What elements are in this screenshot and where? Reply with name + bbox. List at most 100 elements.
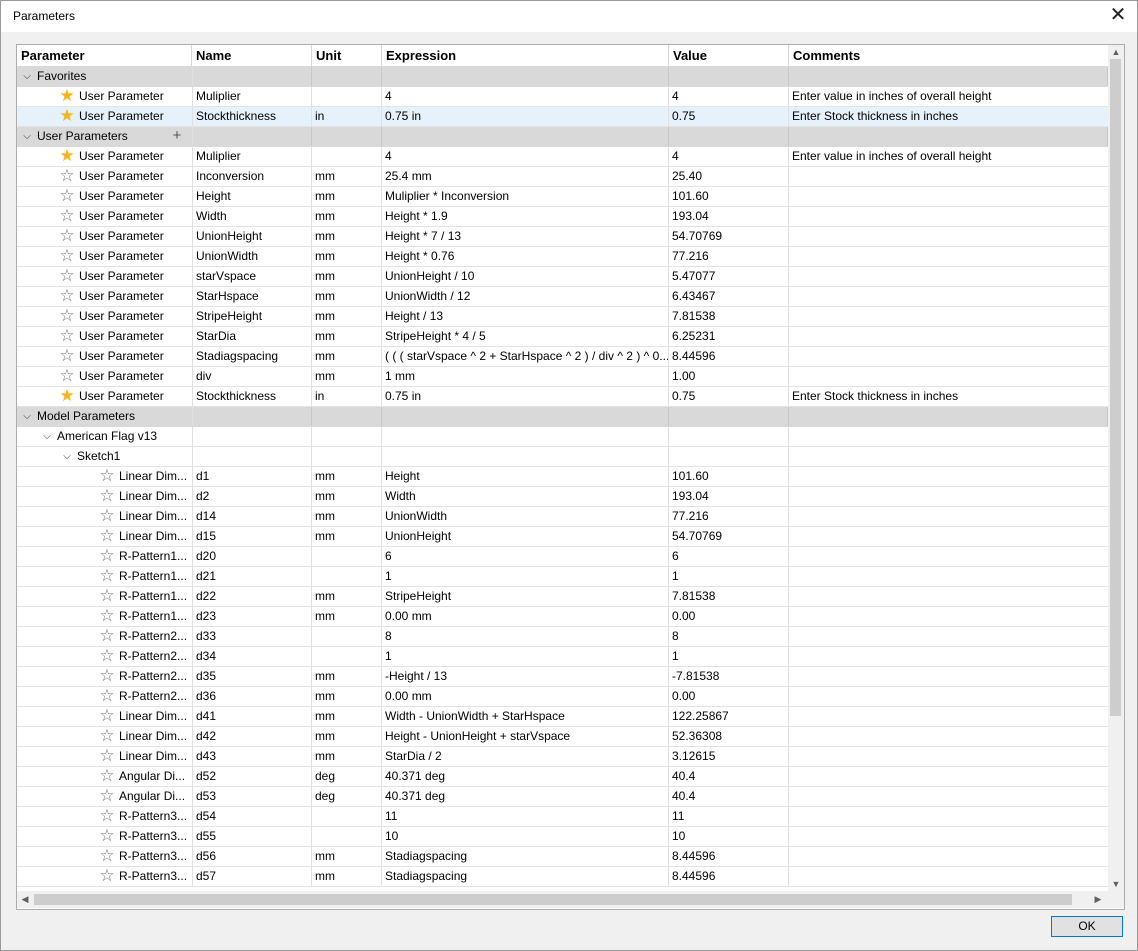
- table-row[interactable]: ☆ User Parameter StarDia mm StripeHeight * 4…: [17, 327, 1108, 347]
- parameter-unit[interactable]: deg: [312, 767, 382, 786]
- star-empty-icon[interactable]: ☆: [57, 347, 77, 366]
- parameter-comment[interactable]: [789, 467, 1108, 486]
- parameter-comment[interactable]: [789, 307, 1108, 326]
- parameter-unit[interactable]: mm: [312, 727, 382, 746]
- parameter-unit[interactable]: mm: [312, 527, 382, 546]
- parameter-comment[interactable]: [789, 767, 1108, 786]
- star-filled-icon[interactable]: ★: [57, 387, 77, 406]
- parameter-expression[interactable]: 4: [382, 147, 669, 166]
- parameter-expression[interactable]: 10: [382, 827, 669, 846]
- parameter-unit[interactable]: mm: [312, 607, 382, 626]
- star-empty-icon[interactable]: ☆: [97, 487, 117, 506]
- star-empty-icon[interactable]: ☆: [97, 827, 117, 846]
- star-empty-icon[interactable]: ☆: [97, 787, 117, 806]
- parameter-unit[interactable]: mm: [312, 367, 382, 386]
- table-row[interactable]: ☆ Angular Di... d52 deg 40.371 deg 40.4: [17, 767, 1108, 787]
- table-row[interactable]: ☆ User Parameter Inconversion mm 25.4 mm 25.4…: [17, 167, 1108, 187]
- table-row[interactable]: ☆ Linear Dim... d41 mm Width - UnionWidth + …: [17, 707, 1108, 727]
- star-empty-icon[interactable]: ☆: [97, 507, 117, 526]
- parameter-expression[interactable]: UnionHeight / 10: [382, 267, 669, 286]
- parameter-expression[interactable]: StripeHeight: [382, 587, 669, 606]
- horizontal-scrollbar[interactable]: ◀ ▶: [17, 891, 1108, 908]
- parameter-unit[interactable]: mm: [312, 687, 382, 706]
- parameter-expression[interactable]: 8: [382, 627, 669, 646]
- star-empty-icon[interactable]: ☆: [97, 547, 117, 566]
- column-header-value[interactable]: Value: [669, 45, 789, 66]
- parameter-expression[interactable]: UnionWidth / 12: [382, 287, 669, 306]
- parameter-unit[interactable]: mm: [312, 227, 382, 246]
- parameter-comment[interactable]: [789, 787, 1108, 806]
- parameter-unit[interactable]: mm: [312, 707, 382, 726]
- parameter-unit[interactable]: mm: [312, 867, 382, 886]
- table-row[interactable]: ☆ User Parameter UnionWidth mm Height * 0.76…: [17, 247, 1108, 267]
- table-row[interactable]: ☆ User Parameter div mm 1 mm 1.00: [17, 367, 1108, 387]
- parameter-name[interactable]: d15: [192, 527, 312, 546]
- group-model-parameters[interactable]: ⌵ Model Parameters: [17, 407, 1108, 427]
- star-empty-icon[interactable]: ☆: [97, 847, 117, 866]
- star-empty-icon[interactable]: ☆: [97, 467, 117, 486]
- parameter-comment[interactable]: [789, 827, 1108, 846]
- parameter-unit[interactable]: mm: [312, 167, 382, 186]
- parameter-name[interactable]: d14: [192, 507, 312, 526]
- parameter-expression[interactable]: UnionHeight: [382, 527, 669, 546]
- column-header-parameter[interactable]: Parameter: [17, 45, 192, 66]
- parameter-comment[interactable]: [789, 487, 1108, 506]
- table-row[interactable]: ☆ R-Pattern1... d22 mm StripeHeight 7.81538: [17, 587, 1108, 607]
- group-user-parameters[interactable]: ⌵ User Parameters +: [17, 127, 1108, 147]
- parameter-expression[interactable]: Height * 1.9: [382, 207, 669, 226]
- vertical-scrollbar[interactable]: ▲ ▼: [1108, 45, 1124, 891]
- star-empty-icon[interactable]: ☆: [97, 627, 117, 646]
- star-filled-icon[interactable]: ★: [57, 107, 77, 126]
- parameter-unit[interactable]: mm: [312, 267, 382, 286]
- parameter-unit[interactable]: [312, 567, 382, 586]
- table-row[interactable]: ☆ User Parameter Width mm Height * 1.9 193.04: [17, 207, 1108, 227]
- table-row[interactable]: ☆ Angular Di... d53 deg 40.371 deg 40.4: [17, 787, 1108, 807]
- parameter-name[interactable]: d43: [192, 747, 312, 766]
- parameter-unit[interactable]: [312, 547, 382, 566]
- scroll-right-arrow-icon[interactable]: ▶: [1090, 891, 1106, 908]
- parameter-expression[interactable]: StarDia / 2: [382, 747, 669, 766]
- parameter-unit[interactable]: mm: [312, 327, 382, 346]
- parameter-name[interactable]: d1: [192, 467, 312, 486]
- star-empty-icon[interactable]: ☆: [97, 647, 117, 666]
- table-row[interactable]: ☆ Linear Dim... d2 mm Width 193.04: [17, 487, 1108, 507]
- parameter-name[interactable]: d53: [192, 787, 312, 806]
- chevron-down-icon[interactable]: ⌵: [39, 427, 55, 446]
- parameter-comment[interactable]: [789, 167, 1108, 186]
- parameter-name[interactable]: d42: [192, 727, 312, 746]
- scroll-left-arrow-icon[interactable]: ◀: [17, 891, 33, 908]
- parameter-comment[interactable]: [789, 347, 1108, 366]
- scroll-up-arrow-icon[interactable]: ▲: [1108, 45, 1124, 59]
- table-row[interactable]: ☆ User Parameter Height mm Muliplier * Incon…: [17, 187, 1108, 207]
- star-empty-icon[interactable]: ☆: [57, 267, 77, 286]
- parameter-expression[interactable]: 25.4 mm: [382, 167, 669, 186]
- parameter-unit[interactable]: mm: [312, 487, 382, 506]
- parameter-name[interactable]: d35: [192, 667, 312, 686]
- chevron-down-icon[interactable]: ⌵: [59, 447, 75, 466]
- parameter-comment[interactable]: [789, 247, 1108, 266]
- chevron-down-icon[interactable]: ⌵: [19, 407, 35, 426]
- parameter-expression[interactable]: 0.00 mm: [382, 607, 669, 626]
- parameter-comment[interactable]: [789, 367, 1108, 386]
- parameter-expression[interactable]: Height * 7 / 13: [382, 227, 669, 246]
- parameter-unit[interactable]: [312, 827, 382, 846]
- parameter-comment[interactable]: [789, 807, 1108, 826]
- star-empty-icon[interactable]: ☆: [97, 527, 117, 546]
- parameter-unit[interactable]: mm: [312, 847, 382, 866]
- table-row[interactable]: ☆ User Parameter starVspace mm UnionHeight /…: [17, 267, 1108, 287]
- parameter-comment[interactable]: Enter Stock thickness in inches: [789, 387, 1108, 406]
- parameter-expression[interactable]: 1: [382, 647, 669, 666]
- parameter-name[interactable]: StarHspace: [192, 287, 312, 306]
- star-empty-icon[interactable]: ☆: [97, 747, 117, 766]
- parameter-name[interactable]: UnionWidth: [192, 247, 312, 266]
- star-empty-icon[interactable]: ☆: [57, 207, 77, 226]
- star-filled-icon[interactable]: ★: [57, 87, 77, 106]
- parameter-unit[interactable]: mm: [312, 207, 382, 226]
- parameter-comment[interactable]: [789, 727, 1108, 746]
- star-empty-icon[interactable]: ☆: [97, 727, 117, 746]
- parameter-comment[interactable]: [789, 327, 1108, 346]
- parameter-expression[interactable]: Height / 13: [382, 307, 669, 326]
- parameter-comment[interactable]: [789, 547, 1108, 566]
- table-row[interactable]: ☆ User Parameter Stadiagspacing mm( ( ( sta…: [17, 347, 1108, 367]
- table-row[interactable]: ☆ Linear Dim... d15 mm UnionHeight 54.70769: [17, 527, 1108, 547]
